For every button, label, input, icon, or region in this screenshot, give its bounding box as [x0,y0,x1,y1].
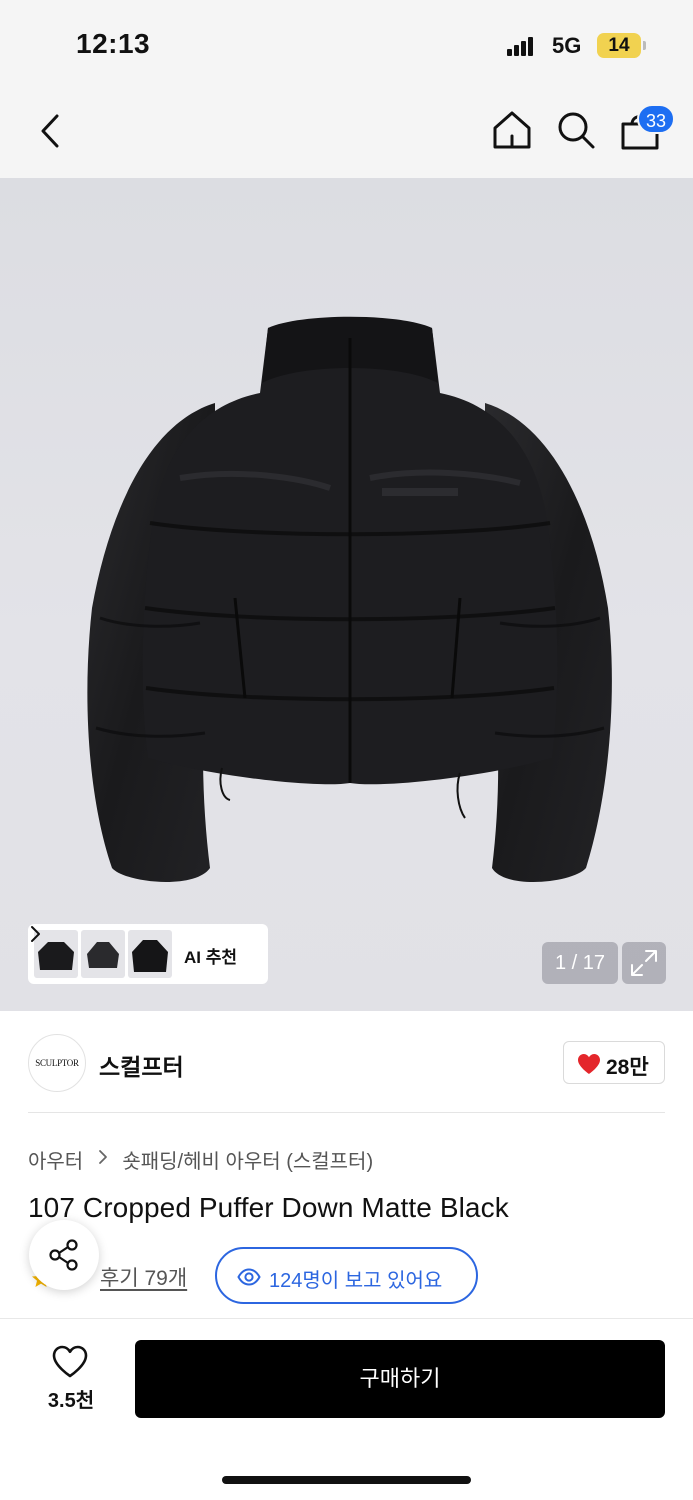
chevron-right-icon [31,926,40,942]
brand-logo[interactable]: SCULPTOR [28,1034,86,1092]
heart-filled-icon [578,1054,600,1074]
review-link[interactable]: 후기 79개 [100,1262,187,1292]
back-icon[interactable] [30,110,70,152]
expand-button[interactable] [622,942,666,984]
home-icon[interactable] [490,108,534,152]
viewers-pill[interactable]: 124명이 보고 있어요 [215,1247,478,1304]
brand-like-count: 28만 [606,1056,649,1079]
signal-icon [507,36,535,56]
product-title: 107 Cropped Puffer Down Matte Black [28,1192,509,1223]
breadcrumb: 아우터 숏패딩/헤비 아우터 (스컬프터) [28,1145,373,1174]
bottom-bar-divider [0,1318,693,1319]
jacket-image [87,316,612,882]
buy-button[interactable]: 구매하기 [135,1340,665,1418]
thumbnail-3[interactable] [128,930,172,978]
chevron-right-icon [98,1149,107,1164]
breadcrumb-item-category[interactable]: 숏패딩/헤비 아우터 (스컬프터) [122,1145,373,1174]
heart-outline-icon[interactable] [51,1344,89,1380]
ai-recommend-label: AI 추천 [184,948,238,967]
status-bar: 12:13 5G 14 [0,0,693,90]
battery-tip [643,41,646,50]
eye-icon [237,1268,261,1286]
ai-recommend-bar[interactable]: AI 추천 [28,924,268,984]
brand-name[interactable]: 스컬프터 [99,1048,184,1082]
cart-count-badge[interactable]: 33 [637,104,675,134]
top-nav-bar: 33 [0,90,693,178]
viewers-text: 124명이 보고 있어요 [269,1270,443,1292]
share-icon [49,1239,78,1271]
image-page-counter: 1 / 17 [542,942,618,984]
battery-icon: 14 [597,33,641,58]
thumbnail-2[interactable] [81,930,125,978]
breadcrumb-item-outer[interactable]: 아우터 [28,1145,83,1174]
network-type: 5G [552,33,582,58]
divider [28,1112,665,1113]
expand-icon [631,950,657,976]
wish-count: 3.5천 [47,1390,95,1412]
share-button[interactable] [29,1220,99,1290]
product-image-gallery[interactable]: AI 추천 1 / 17 [0,178,693,1011]
brand-like-button[interactable]: 28만 [563,1041,665,1084]
status-time: 12:13 [76,28,151,59]
home-indicator [222,1476,471,1484]
search-icon[interactable] [554,108,598,152]
